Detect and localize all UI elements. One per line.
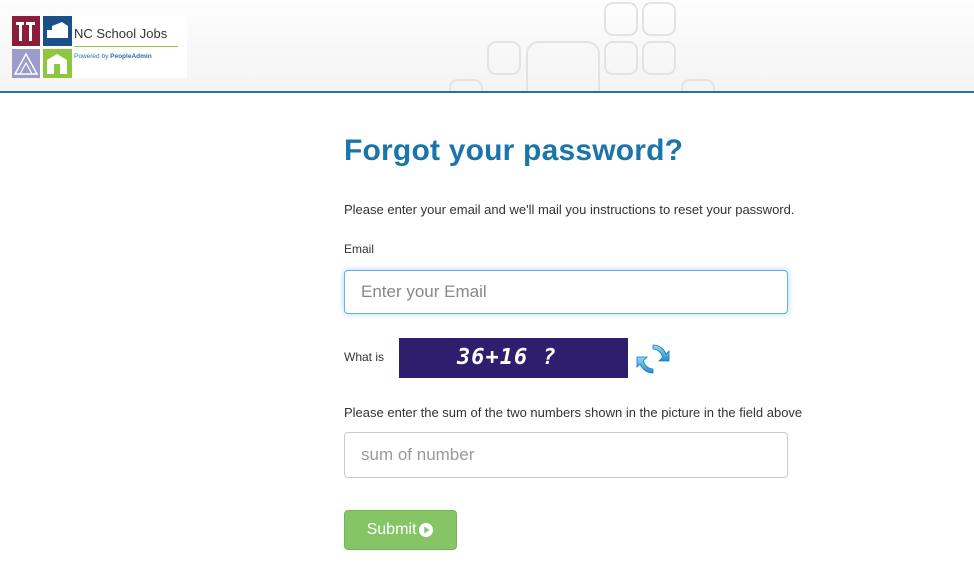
email-label: Email (344, 242, 375, 256)
sum-instructions: Please enter the sum of the two numbers … (344, 405, 803, 420)
captcha-image: 36+16 ? (399, 338, 628, 378)
email-field[interactable] (344, 270, 788, 314)
refresh-icon[interactable] (634, 340, 672, 378)
captcha-sum-field[interactable] (344, 432, 788, 478)
logo-powered-prefix: Powered by (74, 53, 111, 60)
logo-powered-brand: PeopleAdmin (110, 53, 152, 60)
play-circle-icon (419, 523, 434, 537)
captcha-row: What is 36+16 ? (344, 338, 744, 378)
page-title: Forgot your password? (344, 134, 684, 167)
logo-divider (74, 46, 178, 47)
submit-button[interactable]: Submit (344, 510, 457, 550)
logo-title: NC School Jobs (74, 26, 168, 41)
header-bar: NC School Jobs Powered by PeopleAdmin (0, 0, 974, 93)
submit-label: Submit (366, 521, 417, 538)
logo-tiles-icon (12, 16, 72, 78)
logo-powered-by: Powered by PeopleAdmin (74, 53, 152, 60)
captcha-label: What is (344, 350, 385, 364)
intro-text: Please enter your email and we'll mail y… (344, 202, 795, 217)
nc-school-jobs-logo[interactable]: NC School Jobs Powered by PeopleAdmin (12, 16, 187, 78)
